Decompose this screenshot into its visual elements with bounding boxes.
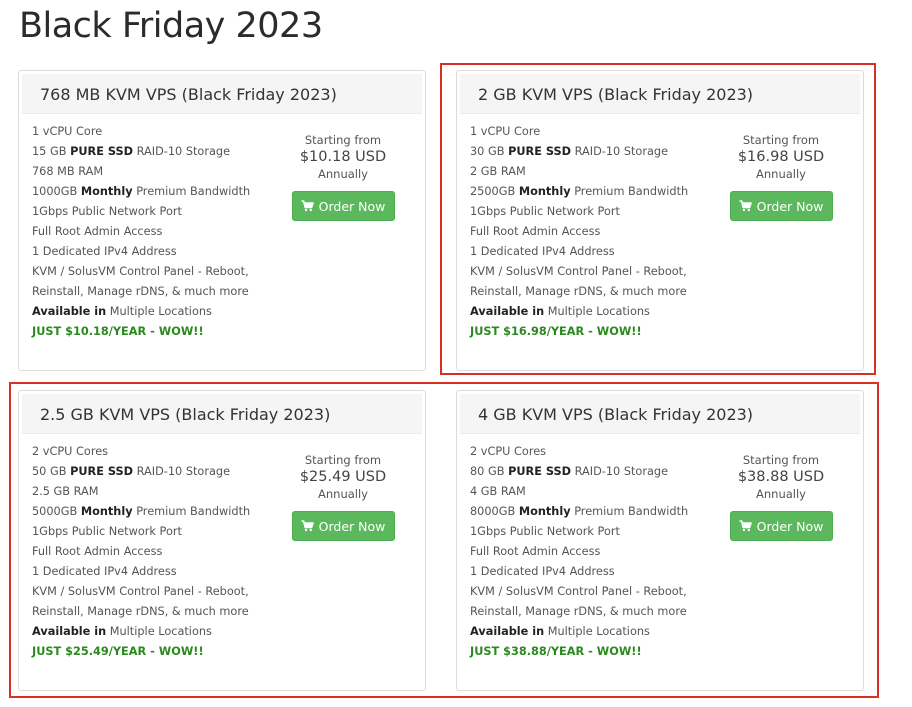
feature-bandwidth: 1000GB Monthly Premium Bandwidth — [32, 185, 251, 198]
feature-availability: Available in Multiple Locations — [470, 305, 650, 318]
feature-ip: 1 Dedicated IPv4 Address — [470, 565, 615, 578]
shopping-cart-icon — [301, 200, 314, 212]
starting-label: Starting from — [742, 453, 820, 467]
price: $10.18 USD — [299, 149, 387, 165]
feature-storage: 80 GB PURE SSD RAID-10 Storage — [470, 465, 669, 478]
pricing-block: Starting from $25.49 USD Annually Order … — [275, 452, 411, 541]
feature-root: Full Root Admin Access — [470, 225, 601, 238]
feature-storage: 30 GB PURE SSD RAID-10 Storage — [470, 145, 669, 158]
pricing-block: Starting from $38.88 USD Annually Order … — [713, 452, 849, 541]
feature-availability: Available in Multiple Locations — [470, 625, 650, 638]
feature-cpu: 2 vCPU Cores — [470, 445, 547, 458]
promo-text: JUST $38.88/YEAR - WOW!! — [470, 645, 642, 658]
order-now-label: Order Now — [318, 518, 386, 534]
product-body: 2 vCPU Cores 80 GB PURE SSD RAID-10 Stor… — [457, 434, 863, 684]
feature-ip: 1 Dedicated IPv4 Address — [32, 565, 177, 578]
product-title: 768 MB KVM VPS (Black Friday 2023) — [22, 74, 422, 114]
feature-ram: 2 GB RAM — [470, 165, 526, 178]
feature-availability: Available in Multiple Locations — [32, 305, 212, 318]
product-body: 2 vCPU Cores 50 GB PURE SSD RAID-10 Stor… — [19, 434, 425, 684]
promo-text: JUST $25.49/YEAR - WOW!! — [32, 645, 204, 658]
feature-list: 1 vCPU Core 15 GB PURE SSD RAID-10 Stora… — [32, 122, 282, 342]
feature-panel: KVM / SolusVM Control Panel - Reboot, — [470, 585, 687, 598]
starting-label: Starting from — [304, 453, 382, 467]
feature-panel: KVM / SolusVM Control Panel - Reboot, — [32, 265, 249, 278]
price: $25.49 USD — [299, 469, 387, 485]
product-card-2: 2 GB KVM VPS (Black Friday 2023) 1 vCPU … — [456, 70, 864, 371]
feature-port: 1Gbps Public Network Port — [32, 525, 182, 538]
starting-label: Starting from — [304, 133, 382, 147]
feature-ram: 4 GB RAM — [470, 485, 526, 498]
feature-ip: 1 Dedicated IPv4 Address — [470, 245, 615, 258]
feature-cpu: 1 vCPU Core — [470, 125, 541, 138]
billing-period: Annually — [756, 167, 806, 181]
feature-ip: 1 Dedicated IPv4 Address — [32, 245, 177, 258]
feature-panel-cont: Reinstall, Manage rDNS, & much more — [32, 285, 249, 298]
feature-root: Full Root Admin Access — [32, 225, 163, 238]
page-title: Black Friday 2023 — [19, 6, 323, 46]
feature-list: 1 vCPU Core 30 GB PURE SSD RAID-10 Stora… — [470, 122, 720, 342]
feature-storage: 50 GB PURE SSD RAID-10 Storage — [32, 465, 231, 478]
order-now-button[interactable]: Order Now — [291, 511, 395, 541]
feature-bandwidth: 2500GB Monthly Premium Bandwidth — [470, 185, 689, 198]
product-title: 2 GB KVM VPS (Black Friday 2023) — [460, 74, 860, 114]
feature-panel-cont: Reinstall, Manage rDNS, & much more — [470, 285, 687, 298]
order-now-button[interactable]: Order Now — [291, 191, 395, 221]
shopping-cart-icon — [739, 520, 752, 532]
shopping-cart-icon — [301, 520, 314, 532]
shopping-cart-icon — [739, 200, 752, 212]
feature-bandwidth: 5000GB Monthly Premium Bandwidth — [32, 505, 251, 518]
feature-bandwidth: 8000GB Monthly Premium Bandwidth — [470, 505, 689, 518]
product-title: 4 GB KVM VPS (Black Friday 2023) — [460, 394, 860, 434]
promo-text: JUST $10.18/YEAR - WOW!! — [32, 325, 204, 338]
feature-ram: 2.5 GB RAM — [32, 485, 99, 498]
feature-availability: Available in Multiple Locations — [32, 625, 212, 638]
order-now-label: Order Now — [756, 518, 824, 534]
feature-panel: KVM / SolusVM Control Panel - Reboot, — [470, 265, 687, 278]
billing-period: Annually — [318, 487, 368, 501]
product-card-4: 4 GB KVM VPS (Black Friday 2023) 2 vCPU … — [456, 390, 864, 691]
feature-port: 1Gbps Public Network Port — [470, 525, 620, 538]
feature-panel: KVM / SolusVM Control Panel - Reboot, — [32, 585, 249, 598]
product-body: 1 vCPU Core 15 GB PURE SSD RAID-10 Stora… — [19, 114, 425, 364]
feature-root: Full Root Admin Access — [470, 545, 601, 558]
product-card-1: 768 MB KVM VPS (Black Friday 2023) 1 vCP… — [18, 70, 426, 371]
feature-panel-cont: Reinstall, Manage rDNS, & much more — [32, 605, 249, 618]
product-title: 2.5 GB KVM VPS (Black Friday 2023) — [22, 394, 422, 434]
feature-cpu: 1 vCPU Core — [32, 125, 103, 138]
price: $16.98 USD — [737, 149, 825, 165]
price: $38.88 USD — [737, 469, 825, 485]
feature-ram: 768 MB RAM — [32, 165, 104, 178]
order-now-button[interactable]: Order Now — [729, 511, 833, 541]
feature-list: 2 vCPU Cores 80 GB PURE SSD RAID-10 Stor… — [470, 442, 720, 662]
promo-text: JUST $16.98/YEAR - WOW!! — [470, 325, 642, 338]
billing-period: Annually — [318, 167, 368, 181]
feature-cpu: 2 vCPU Cores — [32, 445, 109, 458]
pricing-block: Starting from $10.18 USD Annually Order … — [275, 132, 411, 221]
pricing-block: Starting from $16.98 USD Annually Order … — [713, 132, 849, 221]
feature-port: 1Gbps Public Network Port — [470, 205, 620, 218]
billing-period: Annually — [756, 487, 806, 501]
order-now-label: Order Now — [756, 198, 824, 214]
feature-panel-cont: Reinstall, Manage rDNS, & much more — [470, 605, 687, 618]
feature-storage: 15 GB PURE SSD RAID-10 Storage — [32, 145, 231, 158]
order-now-button[interactable]: Order Now — [729, 191, 833, 221]
feature-list: 2 vCPU Cores 50 GB PURE SSD RAID-10 Stor… — [32, 442, 282, 662]
feature-port: 1Gbps Public Network Port — [32, 205, 182, 218]
product-card-3: 2.5 GB KVM VPS (Black Friday 2023) 2 vCP… — [18, 390, 426, 691]
order-now-label: Order Now — [318, 198, 386, 214]
starting-label: Starting from — [742, 133, 820, 147]
feature-root: Full Root Admin Access — [32, 545, 163, 558]
product-body: 1 vCPU Core 30 GB PURE SSD RAID-10 Stora… — [457, 114, 863, 364]
